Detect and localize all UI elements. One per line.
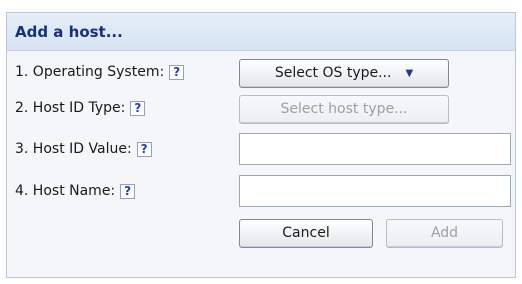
host-id-type-row: 2. Host ID Type: ? Select host type... [15,93,511,125]
host-id-type-label: 2. Host ID Type: [15,100,126,116]
add-button[interactable]: Add [386,219,503,248]
chevron-down-icon: ▼ [405,68,414,79]
os-row: 1. Operating System: ? Select OS type...… [15,57,511,89]
panel-title: Add a host... [7,13,515,51]
os-label: 1. Operating System: [15,64,165,80]
host-id-value-help-icon[interactable]: ? [136,141,152,157]
host-id-value-row: 3. Host ID Value: ? [15,133,511,165]
add-host-panel: Add a host... 1. Operating System: ? Sel… [6,12,516,278]
cancel-button[interactable]: Cancel [239,219,373,248]
os-type-select[interactable]: Select OS type... ▼ [239,59,449,88]
host-type-select[interactable]: Select host type... [239,95,449,124]
host-type-select-label: Select host type... [280,101,408,117]
host-name-label: 4. Host Name: [15,183,116,199]
os-type-select-label: Select OS type... [274,65,392,81]
host-id-value-label: 3. Host ID Value: [15,141,132,157]
host-name-row: 4. Host Name: ? [15,175,511,207]
os-help-icon[interactable]: ? [169,64,185,80]
host-id-value-input[interactable] [239,133,511,165]
host-name-input[interactable] [239,175,511,207]
host-id-type-help-icon[interactable]: ? [130,100,146,116]
host-name-help-icon[interactable]: ? [120,183,136,199]
